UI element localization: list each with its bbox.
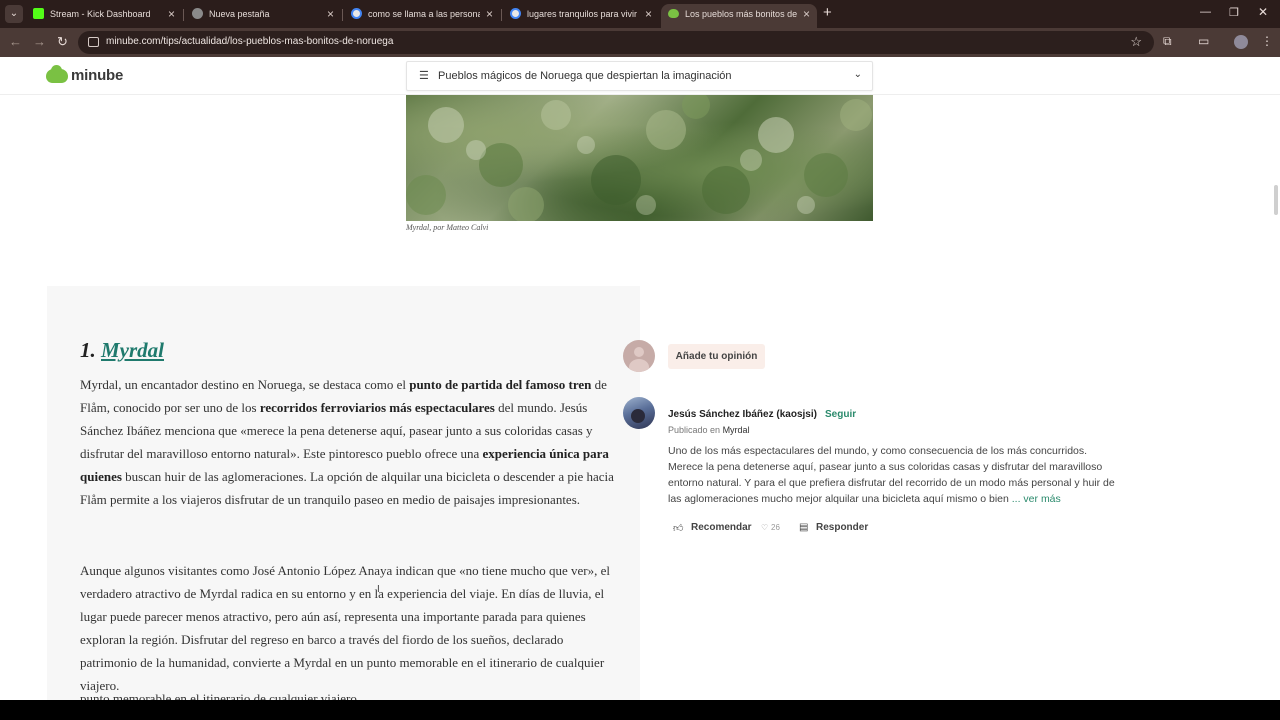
bookmark-star-icon[interactable]: ☆ <box>1130 34 1142 50</box>
like-count-icon: ♡ <box>761 523 769 532</box>
foliage-texture <box>406 95 872 221</box>
chevron-down-icon: ⌄ <box>853 69 862 80</box>
close-tab-icon[interactable]: × <box>168 4 175 24</box>
minimize-icon[interactable]: — <box>1200 6 1211 18</box>
reply-button[interactable]: Responder <box>816 522 868 533</box>
photo-caption: Myrdal, por Matteo Calvi <box>406 223 489 232</box>
tab-label: como se llama a las personas q <box>368 9 480 19</box>
minube-favicon-icon <box>668 9 679 18</box>
close-tab-icon[interactable]: × <box>486 4 493 24</box>
tab-label: Los pueblos más bonitos de No <box>685 9 797 19</box>
chrome-favicon-icon <box>192 8 203 19</box>
taskbar-strip <box>0 700 1280 720</box>
published-place-link[interactable]: Myrdal <box>723 425 750 435</box>
published-prefix: Publicado en <box>668 425 721 435</box>
close-window-icon[interactable]: ✕ <box>1258 5 1268 19</box>
follow-button[interactable]: Seguir <box>825 409 856 420</box>
scrollbar-thumb[interactable] <box>1274 185 1278 215</box>
kebab-menu-icon[interactable]: ⋮ <box>1261 34 1273 48</box>
side-panel-icon[interactable]: ▭ <box>1198 34 1209 48</box>
like-count: 26 <box>771 523 780 532</box>
recommend-button[interactable]: Recomendar <box>691 522 752 533</box>
tab-google-search-1[interactable]: como se llama a las personas q × <box>344 4 500 28</box>
profile-avatar[interactable] <box>1234 35 1248 49</box>
site-header: minube ☰ Pueblos mágicos de Noruega que … <box>0 57 1280 95</box>
comment-author[interactable]: Jesús Sánchez Ibáñez (kaosjsi) <box>668 409 817 420</box>
page-scrollbar[interactable] <box>1272 57 1280 700</box>
toc-title: Pueblos mágicos de Noruega que despierta… <box>438 70 732 82</box>
table-of-contents-dropdown[interactable]: ☰ Pueblos mágicos de Noruega que despier… <box>406 61 873 91</box>
browser-toolbar: ← → ↻ minube.com/tips/actualidad/los-pue… <box>0 28 1280 57</box>
bold-phrase: punto de partida del famoso tren <box>409 377 592 392</box>
heading-number: 1. <box>80 338 96 362</box>
see-more-link[interactable]: ... ver más <box>1012 493 1061 505</box>
kick-favicon-icon <box>33 8 44 19</box>
restore-icon[interactable]: ❐ <box>1229 6 1239 19</box>
forward-arrow-icon[interactable]: → <box>33 34 46 50</box>
google-favicon-icon <box>510 8 521 19</box>
tab-new-tab[interactable]: Nueva pestaña × <box>185 4 341 28</box>
tab-kick-dashboard[interactable]: Stream - Kick Dashboard × <box>26 4 182 28</box>
article-card: 1. Myrdal Myrdal, un encantador destino … <box>47 286 640 700</box>
url-text: minube.com/tips/actualidad/los-pueblos-m… <box>106 36 394 47</box>
list-menu-icon: ☰ <box>419 70 429 82</box>
back-arrow-icon[interactable]: ← <box>9 34 22 50</box>
myrdal-link[interactable]: Myrdal <box>101 338 164 362</box>
paragraph-second: Aunque algunos visitantes como José Anto… <box>80 563 610 693</box>
text-run: buscan huir de las aglomeraciones. La op… <box>80 469 614 507</box>
minube-cloud-icon <box>46 65 68 83</box>
reply-icon[interactable]: ▤ <box>799 522 808 533</box>
tab-divider <box>183 9 184 21</box>
tab-google-search-2[interactable]: lugares tranquilos para vivir en × <box>503 4 659 28</box>
reload-icon[interactable]: ↻ <box>57 34 68 50</box>
tab-search-button[interactable]: ⌄ <box>5 5 23 23</box>
text-run: Myrdal, un encantador destino en Noruega… <box>80 377 410 392</box>
paragraph-intro: Myrdal, un encantador destino en Noruega… <box>80 373 615 511</box>
close-tab-icon[interactable]: × <box>327 4 334 24</box>
tab-label: Nueva pestaña <box>209 9 270 19</box>
address-bar[interactable]: minube.com/tips/actualidad/los-pueblos-m… <box>78 31 1154 54</box>
google-favicon-icon <box>351 8 362 19</box>
site-info-icon[interactable] <box>88 37 99 47</box>
commenter-avatar[interactable] <box>623 397 655 429</box>
tab-label: Stream - Kick Dashboard <box>50 9 151 19</box>
user-avatar-placeholder <box>623 340 655 372</box>
close-tab-icon[interactable]: × <box>645 4 652 24</box>
myrdal-photo <box>406 95 873 221</box>
section-heading: 1. Myrdal <box>80 338 164 363</box>
extensions-icon[interactable]: ⧉ <box>1163 34 1172 49</box>
comment-text: Uno de los más espectaculares del mundo,… <box>668 443 1118 507</box>
logo-text: minube <box>71 67 124 84</box>
comment-published-meta: Publicado en Myrdal <box>668 425 750 435</box>
web-page: minube ☰ Pueblos mágicos de Noruega que … <box>0 57 1280 700</box>
tab-divider <box>501 9 502 21</box>
bold-phrase: recorridos ferroviarios más espectacular… <box>259 400 495 415</box>
new-tab-button[interactable]: + <box>823 4 832 22</box>
text-cursor-icon: I <box>377 584 380 595</box>
paragraph-overflow-line: punto memorable en el itinerario de cual… <box>80 691 361 700</box>
tab-strip: ⌄ Stream - Kick Dashboard × Nueva pestañ… <box>0 0 1280 28</box>
add-opinion-button[interactable]: Añade tu opinión <box>668 344 765 369</box>
tab-label: lugares tranquilos para vivir en <box>527 9 639 19</box>
tab-minube-active[interactable]: Los pueblos más bonitos de No × <box>661 4 817 28</box>
tab-divider <box>342 9 343 21</box>
thumbs-up-icon[interactable]: 👍︎ <box>673 522 683 534</box>
close-tab-icon[interactable]: × <box>803 4 810 24</box>
